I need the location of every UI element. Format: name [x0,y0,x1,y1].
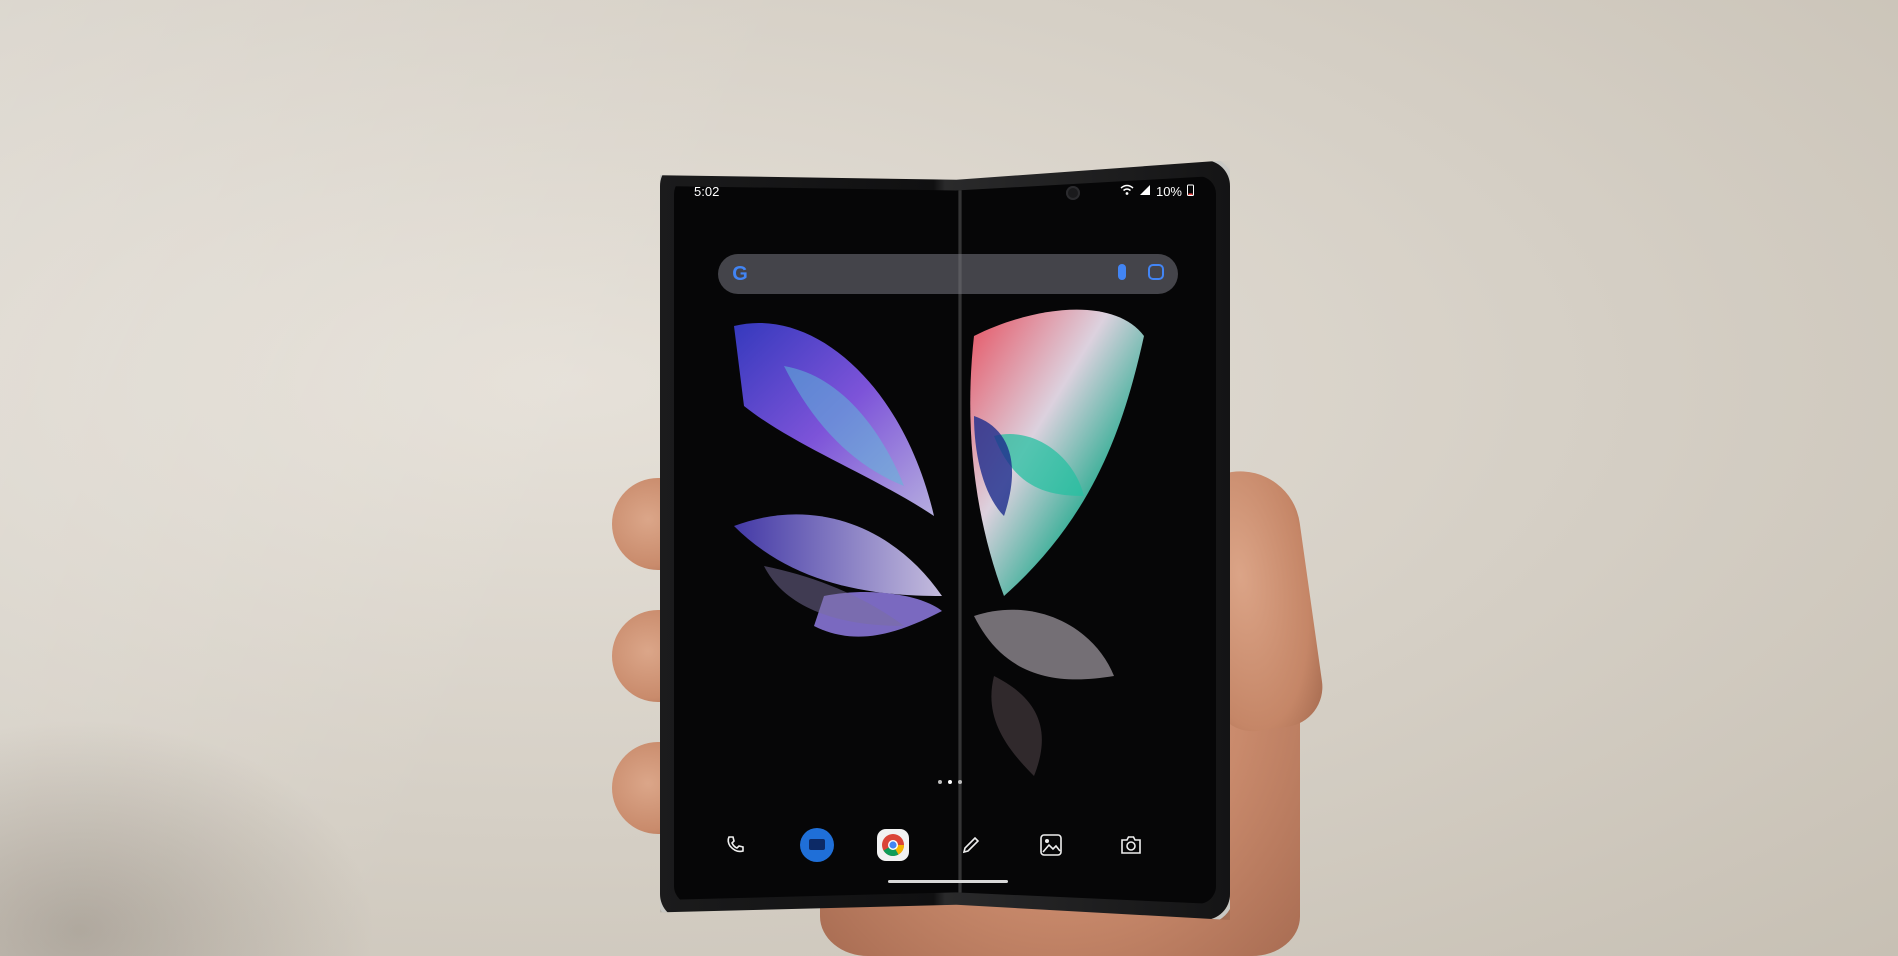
battery-text: 10% [1155,184,1182,199]
microphone-icon[interactable] [1118,264,1126,280]
foldable-phone: 5:02 10% G [660,160,1230,920]
chrome-icon[interactable] [874,826,912,864]
google-lens-icon[interactable] [1148,264,1164,280]
page-dot-active [948,780,952,784]
phone-screen: 5:02 10% G [674,176,1216,904]
google-search-bar[interactable]: G [718,254,1178,294]
messages-icon[interactable] [798,826,836,864]
status-icons: 10% [1120,184,1194,199]
wallpaper-artwork [734,309,1144,776]
signal-icon [1139,184,1151,199]
phone-icon[interactable] [716,826,754,864]
gallery-icon[interactable] [1032,826,1070,864]
gesture-handle[interactable] [888,880,1008,883]
battery-icon [1187,184,1194,199]
front-camera [1066,186,1080,200]
wifi-icon [1120,184,1134,199]
pencil-icon[interactable] [952,826,990,864]
page-dot [938,780,942,784]
google-g-icon: G [732,263,748,285]
camera-icon[interactable] [1112,826,1150,864]
page-dot [958,780,962,784]
app-dock [674,818,1216,874]
page-indicator [938,780,962,784]
